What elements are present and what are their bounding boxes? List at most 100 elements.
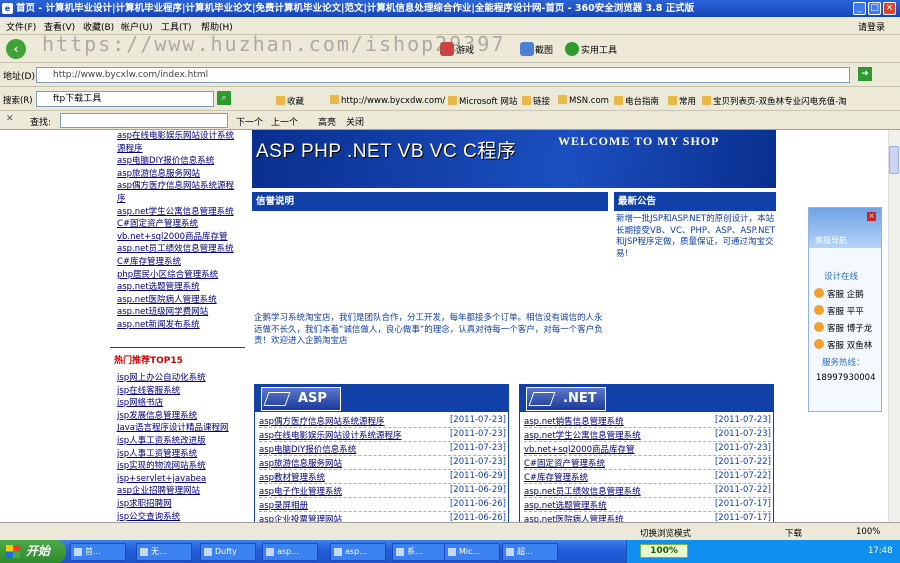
left-link[interactable]: asp.net选题管理系统 <box>117 282 200 293</box>
row-title[interactable]: asp.net销售信息管理系统 <box>524 415 624 427</box>
row-title[interactable]: asp偶方医疗信息网站系统源程序 <box>259 415 385 427</box>
hot-link[interactable]: jsp网络书店 <box>117 398 163 409</box>
taskbar-task[interactable]: 无... <box>136 543 192 561</box>
fav-radio[interactable]: 电台指南 <box>614 95 659 107</box>
find-input[interactable] <box>60 113 228 128</box>
row-title[interactable]: C#库存管理系统 <box>524 471 588 483</box>
taskbar-task[interactable]: asp... <box>330 543 386 561</box>
table-row[interactable]: asp在线电影娱乐网站设计系统源程序 [2011-07-23] <box>259 428 506 442</box>
switch-mode-button[interactable]: 切换浏览模式 <box>640 527 691 539</box>
hot-link[interactable]: jsp+servlet+javabea <box>117 474 206 485</box>
table-row[interactable]: asp旅游信息服务网站 [2011-07-23] <box>259 456 506 470</box>
hot-link[interactable]: jsp人事工资系统改进版 <box>117 436 206 447</box>
table-row[interactable]: vb.net+sql2000商品库存管 [2011-07-23] <box>524 442 771 456</box>
table-row[interactable]: asp.net学生公寓信息管理系统 [2011-07-23] <box>524 428 771 442</box>
hot-link[interactable]: jsp求职招聘网 <box>117 499 172 510</box>
fav-taobao[interactable]: 宝贝列表页-双鱼林专业闪电充值-淘 <box>702 95 847 107</box>
row-title[interactable]: asp旅游信息服务网站 <box>259 457 342 469</box>
left-link[interactable]: asp.net新闻发布系统 <box>117 320 200 331</box>
table-row[interactable]: asp录屏相册 [2011-06-26] <box>259 498 506 512</box>
fav-microsoft[interactable]: Microsoft 网站 <box>448 95 517 107</box>
download-button[interactable]: 下载 <box>785 527 802 539</box>
menu-file[interactable]: 文件(F) <box>6 20 36 33</box>
left-link[interactable]: asp.net学生公寓信息管理系统 <box>117 207 234 218</box>
taskbar-task[interactable]: Dufty <box>200 543 256 561</box>
row-title[interactable]: C#固定资产管理系统 <box>524 457 605 469</box>
qq-contact-4[interactable]: 客服 双鱼林 <box>814 339 872 351</box>
left-link[interactable]: asp.net班级网学费网站 <box>117 307 208 318</box>
taskbar-task[interactable]: asp... <box>262 543 318 561</box>
left-link[interactable]: C#固定资产管理系统 <box>117 219 198 230</box>
zoom-control[interactable]: 100% <box>856 527 880 537</box>
go-arrow-icon[interactable]: ➜ <box>858 67 872 81</box>
back-arrow-icon[interactable]: ‹ <box>6 39 26 59</box>
row-title[interactable]: asp电脑DIY报价信息系统 <box>259 443 356 455</box>
left-link[interactable]: asp.net员工绩效信息管理系统 <box>117 244 234 255</box>
row-title[interactable]: vb.net+sql2000商品库存管 <box>524 443 635 455</box>
left-link[interactable]: asp偶方医疗信息网站系统源程 <box>117 181 234 192</box>
hot-link[interactable]: jsp发展信息管理系统 <box>117 411 197 422</box>
highlight-button[interactable]: 高亮 <box>318 115 336 128</box>
table-row[interactable]: C#固定资产管理系统 [2011-07-22] <box>524 456 771 470</box>
find-prev-button[interactable]: 上一个 <box>271 115 298 128</box>
row-title[interactable]: asp在线电影娱乐网站设计系统源程序 <box>259 429 402 441</box>
hot-link[interactable]: asp企业招聘管理网站 <box>117 486 200 497</box>
left-link[interactable]: asp旅游信息服务网站 <box>117 169 200 180</box>
table-row[interactable]: C#库存管理系统 [2011-07-22] <box>524 470 771 484</box>
fav-collect[interactable]: 收藏 <box>276 95 304 107</box>
row-title[interactable]: asp.net选题管理系统 <box>524 499 607 511</box>
url-input[interactable]: http://www.bycxlw.com/index.html <box>36 67 850 83</box>
utility-tools-button[interactable]: 实用工具 <box>581 43 617 56</box>
taskbar-task[interactable]: 系... <box>392 543 448 561</box>
hot-link[interactable]: jsp网上办公自动化系统 <box>117 373 206 384</box>
screenshot-button[interactable]: 截图 <box>535 43 553 56</box>
row-title[interactable]: asp教材管理系统 <box>259 471 325 483</box>
hot-link[interactable]: jsp在线客服系统 <box>117 386 180 397</box>
row-title[interactable]: asp录屏相册 <box>259 499 308 511</box>
left-link[interactable]: asp电脑DIY报价信息系统 <box>117 156 214 167</box>
qq-close-icon[interactable]: × <box>867 212 876 221</box>
left-link[interactable]: vb.net+sql2000商品库存管 <box>117 232 228 243</box>
taskbar-task[interactable]: Mic... <box>444 543 500 561</box>
left-link[interactable]: 源程序 <box>117 144 143 155</box>
close-button[interactable]: × <box>883 2 896 15</box>
table-row[interactable]: asp电子作业管理系统 [2011-06-29] <box>259 484 506 498</box>
row-title[interactable]: asp电子作业管理系统 <box>259 485 342 497</box>
hot-link[interactable]: jsp公交查询系统 <box>117 512 180 523</box>
fav-common[interactable]: 常用 <box>668 95 696 107</box>
find-close-icon[interactable]: ✕ <box>6 114 14 124</box>
fav-msn[interactable]: MSN.com <box>558 95 609 106</box>
left-link[interactable]: asp.net医院病人管理系统 <box>117 295 217 306</box>
left-link[interactable]: asp在线电影娱乐网站设计系统 <box>117 131 234 142</box>
qq-contact-2[interactable]: 客服 平平 <box>814 305 864 317</box>
row-title[interactable]: asp.net员工绩效信息管理系统 <box>524 485 641 497</box>
table-row[interactable]: asp.net销售信息管理系统 [2011-07-23] <box>524 414 771 428</box>
taskbar-task[interactable]: 超... <box>502 543 558 561</box>
search-input[interactable]: ftp下载工具 <box>36 91 214 107</box>
qq-contact-3[interactable]: 客服 博子龙 <box>814 322 872 334</box>
login-link[interactable]: 请登录 <box>858 20 885 33</box>
fav-links[interactable]: 链接 <box>522 95 550 107</box>
maximize-button[interactable]: □ <box>868 2 881 15</box>
minimize-button[interactable]: _ <box>853 2 866 15</box>
fav-bycxdw[interactable]: http://www.bycxdw.com/ <box>330 95 445 106</box>
start-button[interactable]: 开始 <box>0 540 66 563</box>
left-link[interactable]: C#库存管理系统 <box>117 257 181 268</box>
taskbar-task[interactable]: 首... <box>70 543 126 561</box>
left-link[interactable]: php居民小区综合管理系统 <box>117 270 218 281</box>
hot-link[interactable]: Java语言程序设计精品课程网 <box>117 423 228 434</box>
hot-link[interactable]: jsp实现的物流网站系统 <box>117 461 206 472</box>
row-title[interactable]: asp.net学生公寓信息管理系统 <box>524 429 641 441</box>
table-row[interactable]: asp.net选题管理系统 [2011-07-17] <box>524 498 771 512</box>
scrollbar-thumb[interactable] <box>889 146 899 174</box>
hot-link[interactable]: jsp人事工资管理系统 <box>117 449 197 460</box>
table-row[interactable]: asp电脑DIY报价信息系统 [2011-07-23] <box>259 442 506 456</box>
qq-contact-1[interactable]: 客服 企鹅 <box>814 288 864 300</box>
vertical-scrollbar[interactable] <box>888 130 900 522</box>
find-next-button[interactable]: 下一个 <box>236 115 263 128</box>
table-row[interactable]: asp偶方医疗信息网站系统源程序 [2011-07-23] <box>259 414 506 428</box>
search-icon[interactable]: ⌕ <box>217 91 231 105</box>
find-close-button[interactable]: 关闭 <box>346 115 364 128</box>
table-row[interactable]: asp教材管理系统 [2011-06-29] <box>259 470 506 484</box>
table-row[interactable]: asp.net员工绩效信息管理系统 [2011-07-22] <box>524 484 771 498</box>
